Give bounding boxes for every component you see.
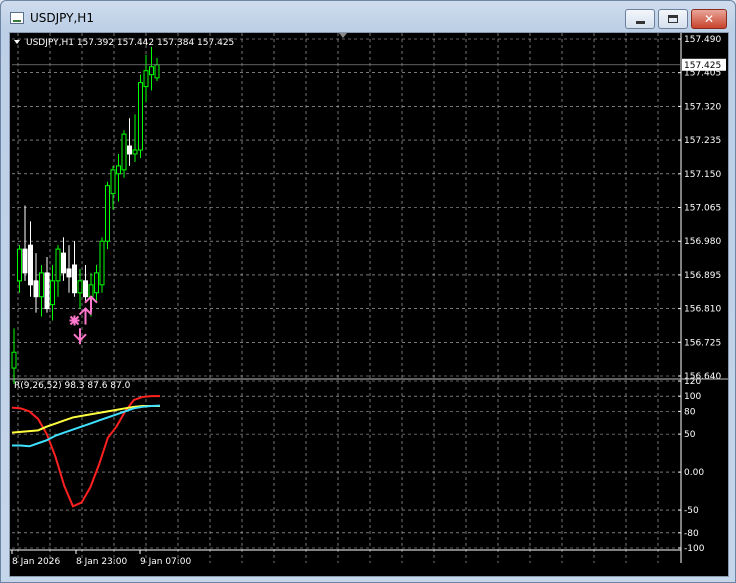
price-axis-label: 156.980 bbox=[684, 237, 721, 247]
maximize-button[interactable] bbox=[658, 9, 688, 29]
candle-body bbox=[99, 240, 105, 286]
minimize-icon bbox=[635, 20, 645, 24]
indicator-axis-label: 50 bbox=[684, 430, 696, 440]
candle-body bbox=[61, 252, 66, 274]
time-axis-label: 8 Jan 2026 bbox=[12, 557, 60, 567]
chart-app-icon bbox=[10, 12, 24, 24]
candle-body bbox=[116, 165, 121, 175]
candle-body bbox=[66, 268, 72, 278]
price-axis-label: 156.725 bbox=[684, 338, 721, 348]
indicator-line-1 bbox=[11, 405, 160, 434]
close-button[interactable]: ✕ bbox=[691, 9, 727, 29]
price-axis-label: 157.235 bbox=[684, 136, 721, 146]
close-icon: ✕ bbox=[703, 12, 715, 26]
chart-info-label: USDJPY,H1 157.392 157.442 157.384 157.42… bbox=[26, 38, 234, 48]
indicator-layer bbox=[11, 395, 161, 508]
price-axis-label: 156.810 bbox=[684, 305, 721, 315]
candle-body bbox=[17, 248, 22, 282]
indicator-line-0 bbox=[11, 395, 160, 508]
candle-body bbox=[149, 66, 154, 76]
indicator-axis-label: -80 bbox=[684, 529, 699, 539]
indicator-line-2 bbox=[12, 404, 161, 448]
candle-body bbox=[110, 169, 116, 195]
candle-body bbox=[72, 264, 77, 294]
candle-body bbox=[154, 64, 160, 79]
candle-body bbox=[127, 145, 132, 155]
chart-menu-triangle-icon[interactable] bbox=[14, 40, 20, 44]
time-axis-label: 9 Jan 07:00 bbox=[140, 557, 192, 567]
signal-star bbox=[69, 315, 80, 326]
indicator-axis-label: -50 bbox=[684, 506, 699, 516]
chart-area[interactable]: 157.490 157.405 157.320 157.235 157.150 157.0… bbox=[9, 32, 729, 577]
candle-body bbox=[94, 272, 99, 294]
signal-layer bbox=[69, 295, 98, 345]
price-axis-label: 156.895 bbox=[684, 271, 721, 281]
time-axis-label: 8 Jan 23:00 bbox=[76, 557, 128, 567]
indicator-axis-label: -100 bbox=[684, 544, 705, 554]
candle-body bbox=[33, 280, 39, 298]
maximize-icon bbox=[668, 15, 678, 23]
grid-layer bbox=[12, 33, 678, 563]
candle-body bbox=[11, 351, 17, 369]
price-axis-label: 157.065 bbox=[684, 204, 721, 214]
indicator-axis-label: 100 bbox=[684, 392, 701, 402]
candle-layer bbox=[11, 46, 160, 384]
candle-body bbox=[143, 70, 149, 88]
candle-body bbox=[44, 272, 50, 310]
candle-body bbox=[105, 185, 110, 242]
candle-body bbox=[50, 280, 55, 306]
candle-body bbox=[39, 272, 44, 298]
candle-body bbox=[77, 280, 83, 294]
current-price-label: 157.425 bbox=[684, 61, 721, 71]
chart-window: USDJPY,H1 ✕ 157.490 157.405 157.320 157.235… bbox=[0, 0, 736, 583]
minimize-button[interactable] bbox=[625, 9, 655, 29]
indicator-axis-label: 80 bbox=[684, 407, 696, 417]
scroll-marker-icon[interactable] bbox=[339, 33, 347, 38]
candle-body bbox=[22, 248, 28, 274]
signal-up_arrow bbox=[78, 307, 93, 325]
price-axis-label: 157.150 bbox=[684, 170, 721, 180]
candle-body bbox=[88, 284, 94, 298]
chart-canvas[interactable]: 157.490157.405157.320157.235157.150157.0… bbox=[10, 33, 728, 576]
price-axis-label: 157.490 bbox=[684, 35, 721, 45]
indicator-title: R(9,26,52) 98.3 87.6 87.0 bbox=[14, 381, 131, 391]
candle-body bbox=[28, 244, 33, 286]
candle-body bbox=[138, 82, 143, 151]
axis-layer: 157.490157.405157.320157.235157.150157.0… bbox=[10, 33, 728, 567]
candle-body bbox=[121, 133, 127, 171]
title-bar[interactable]: USDJPY,H1 ✕ bbox=[1, 1, 735, 33]
window-title: USDJPY,H1 bbox=[30, 11, 94, 25]
indicator-axis-label: 0.00 bbox=[684, 468, 704, 478]
candle-body bbox=[55, 248, 61, 282]
signal-down_arrow bbox=[73, 328, 87, 345]
candle-body bbox=[132, 149, 138, 155]
price-axis-label: 157.320 bbox=[684, 102, 721, 112]
candle-body bbox=[83, 280, 88, 298]
